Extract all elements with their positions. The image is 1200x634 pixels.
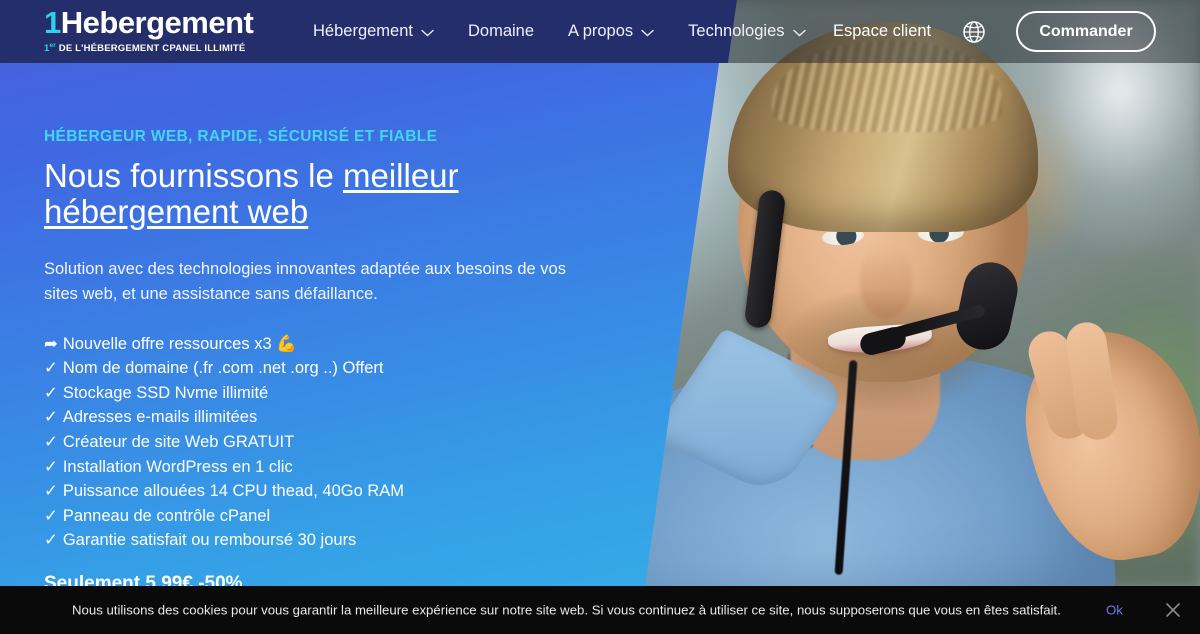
- cookie-message: Nous utilisons des cookies pour vous gar…: [72, 602, 1061, 618]
- logo-tagline-text: DE L'HÉBERGEMENT CPANEL ILLIMITÉ: [55, 42, 246, 54]
- page-title: Nous fournissons le meilleur hébergement…: [44, 158, 514, 229]
- close-icon[interactable]: [1162, 599, 1184, 621]
- nav-label-a-propos: A propos: [568, 22, 634, 40]
- site-logo[interactable]: 1Hebergement 1er DE L'HÉBERGEMENT CPANEL…: [44, 5, 254, 54]
- feature-text: Panneau de contrôle cPanel: [62, 506, 271, 525]
- check-icon: ✓: [44, 482, 58, 501]
- site-header: 1Hebergement 1er DE L'HÉBERGEMENT CPANEL…: [0, 0, 1200, 63]
- feature-text: Stockage SSD Nvme illimité: [62, 383, 269, 402]
- check-icon: ✓: [44, 506, 58, 525]
- check-icon: ✓: [44, 457, 58, 476]
- list-item: ✓ Puissance allouées 14 CPU thead, 40Go R…: [44, 479, 644, 504]
- nav-item-technologies[interactable]: Technologies: [671, 0, 822, 63]
- check-icon: ✓: [44, 531, 58, 550]
- feature-text: Installation WordPress en 1 clic: [62, 457, 293, 476]
- cookie-banner: Nous utilisons des cookies pour vous gar…: [0, 586, 1200, 634]
- list-item: ✓ Stockage SSD Nvme illimité: [44, 381, 644, 406]
- logo-name: Hebergement: [60, 5, 254, 40]
- nav-item-hebergement[interactable]: Hébergement: [296, 0, 451, 63]
- hero-eyebrow: HÉBERGEUR WEB, RAPIDE, SÉCURISÉ ET FIABL…: [44, 128, 438, 145]
- logo-wordmark: 1Hebergement: [44, 5, 254, 40]
- feature-text: Puissance allouées 14 CPU thead, 40Go RA…: [62, 482, 405, 501]
- globe-icon[interactable]: [962, 20, 986, 44]
- feature-text: Nom de domaine (.fr .com .net .org ..) O…: [62, 359, 384, 378]
- list-item: ✓ Installation WordPress en 1 clic: [44, 455, 644, 480]
- check-icon: ✓: [44, 408, 58, 427]
- agent-nose: [860, 248, 912, 320]
- list-item: ✓ Garantie satisfait ou remboursé 30 jour…: [44, 528, 644, 553]
- logo-tagline: 1er DE L'HÉBERGEMENT CPANEL ILLIMITÉ: [44, 42, 246, 54]
- check-icon: ✓: [44, 359, 58, 378]
- headline-plain: Nous fournissons le: [44, 157, 343, 194]
- check-icon: ✓: [44, 433, 58, 452]
- main-navigation: Hébergement Domaine A propos Technologie…: [296, 0, 823, 63]
- list-item: ✓ Créateur de site Web GRATUIT: [44, 430, 644, 455]
- chevron-down-icon: [421, 29, 434, 37]
- feature-list: ➦ Nouvelle offre ressources x3 💪 ✓ Nom de …: [44, 332, 644, 553]
- nav-label-hebergement: Hébergement: [313, 22, 413, 40]
- nav-item-a-propos[interactable]: A propos: [551, 0, 671, 63]
- order-button[interactable]: Commander: [1016, 11, 1156, 52]
- check-icon: ✓: [44, 383, 58, 402]
- nav-label-technologies: Technologies: [688, 22, 785, 40]
- feature-text: Adresses e-mails illimitées: [62, 408, 258, 427]
- hero-content: HÉBERGEUR WEB, RAPIDE, SÉCURISÉ ET FIABL…: [44, 128, 644, 595]
- list-item: ➦ Nouvelle offre ressources x3 💪: [44, 332, 644, 357]
- feature-text: Garantie satisfait ou remboursé 30 jours: [62, 531, 357, 550]
- client-area-link[interactable]: Espace client: [833, 0, 931, 63]
- nav-item-domaine[interactable]: Domaine: [451, 0, 551, 63]
- cookie-accept-button[interactable]: Ok: [1106, 603, 1123, 618]
- list-item: ✓ Panneau de contrôle cPanel: [44, 504, 644, 529]
- logo-number: 1: [44, 5, 61, 40]
- feature-text: Créateur de site Web GRATUIT: [62, 433, 295, 452]
- hero-description: Solution avec des technologies innovante…: [44, 260, 566, 303]
- chevron-down-icon: [792, 29, 806, 37]
- feature-text: Nouvelle offre ressources x3 💪: [62, 334, 297, 353]
- nav-label-domaine: Domaine: [467, 22, 535, 40]
- arrow-right-icon: ➦: [44, 334, 58, 353]
- list-item: ✓ Nom de domaine (.fr .com .net .org ..) …: [44, 356, 644, 381]
- landing-page: 1Hebergement 1er DE L'HÉBERGEMENT CPANEL…: [0, 0, 1200, 634]
- list-item: ✓ Adresses e-mails illimitées: [44, 405, 644, 430]
- chevron-down-icon: [641, 29, 654, 37]
